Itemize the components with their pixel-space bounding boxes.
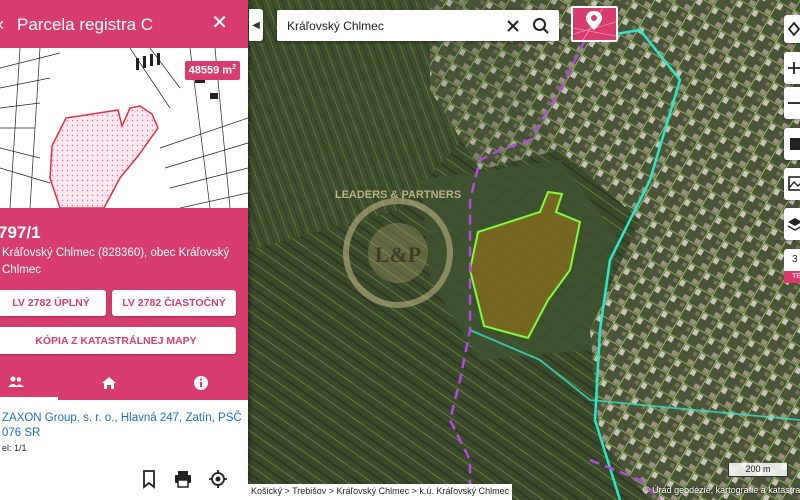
parcel-area-badge: 48559 m2 xyxy=(184,61,240,80)
search-icon[interactable] xyxy=(531,16,551,36)
plus-icon xyxy=(788,62,800,74)
map-attribution: © Úrad geodézie, kartografie a katastra xyxy=(643,485,800,495)
tab-home[interactable] xyxy=(67,366,151,400)
parcel-thumbnail-map: 48559 m2 xyxy=(0,48,248,208)
measure-button[interactable] xyxy=(784,128,800,160)
panel-title: Parcela registra C xyxy=(17,15,154,34)
ruler-icon xyxy=(790,138,800,150)
location-breadcrumb: Košický > Trebišov > Kráľovský Chlmec > … xyxy=(248,484,513,500)
locate-icon[interactable] xyxy=(207,468,229,490)
parcel-location: Kráľovský Chlmec (828360), obec Kráľovsk… xyxy=(2,247,230,276)
layers-icon xyxy=(787,218,800,231)
parcel-detail-panel: ‹ Parcela registra C ✕ xyxy=(0,0,248,500)
close-icon[interactable] xyxy=(503,16,523,36)
panel-tabs xyxy=(0,366,248,400)
watermark-logo-text: L&P xyxy=(375,242,421,267)
chevron-left-icon[interactable]: ‹ xyxy=(0,15,4,33)
tab-info[interactable] xyxy=(159,366,243,400)
compass-icon xyxy=(787,21,800,37)
zoom-level-label: 3 xyxy=(784,249,800,271)
image-layer-button[interactable] xyxy=(784,168,800,200)
parcel-number: 797/1 xyxy=(0,223,41,242)
watermark-text: LEADERS & PARTNERS xyxy=(335,189,461,201)
layers-button[interactable] xyxy=(784,208,800,240)
search-box xyxy=(277,10,559,41)
zoom-in-button[interactable] xyxy=(784,52,800,84)
panel-bottom-bar xyxy=(0,462,248,500)
owners-icon xyxy=(8,376,24,387)
scale-bar: 200 m xyxy=(728,463,788,477)
parcel-info-section: 797/1 Kráľovský Chlmec (828360), obec Kr… xyxy=(0,208,248,366)
close-icon[interactable]: ✕ xyxy=(211,13,228,33)
tab-owners[interactable] xyxy=(0,366,58,400)
compass-button[interactable] xyxy=(784,15,800,43)
print-icon[interactable] xyxy=(172,468,194,490)
lv-partial-button[interactable]: LV 2782 ČIASTOČNÝ xyxy=(112,290,236,316)
lv-full-button[interactable]: LV 2782 ÚPLNÝ xyxy=(0,290,106,316)
ownership-share: el: 1/1 xyxy=(2,443,27,453)
image-icon xyxy=(788,176,800,191)
search-input[interactable] xyxy=(287,16,497,35)
panel-header: ‹ Parcela registra C ✕ xyxy=(0,0,248,48)
zoom-badge: TE xyxy=(784,271,800,283)
minus-icon xyxy=(788,102,800,104)
home-icon xyxy=(102,377,116,389)
cadastral-map-copy-button[interactable]: KÓPIA Z KATASTRÁLNEJ MAPY xyxy=(0,327,236,354)
map-pin-icon xyxy=(573,8,616,40)
map-pin-button[interactable] xyxy=(571,6,618,42)
chevron-left-icon: ◀ xyxy=(252,19,260,31)
owner-link[interactable]: ZAXON Group, s. r. o., Hlavná 247, Zatín… xyxy=(2,411,242,441)
collapse-panel-button[interactable]: ◀ xyxy=(249,9,263,41)
bookmark-icon[interactable] xyxy=(138,468,160,490)
zoom-out-button[interactable] xyxy=(784,87,800,119)
info-icon xyxy=(194,376,208,390)
